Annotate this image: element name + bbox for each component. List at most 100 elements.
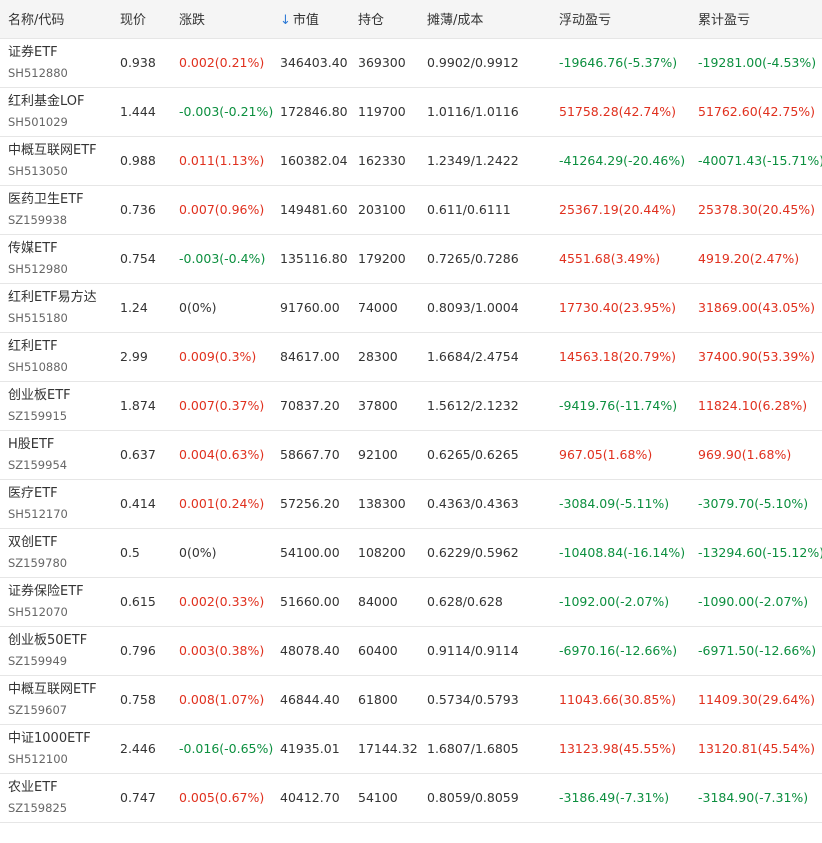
table-row[interactable]: 医疗ETF SH512170 0.414 0.001(0.24%) 57256.20 13… — [0, 479, 822, 528]
fund-code: SZ159949 — [8, 653, 68, 668]
cell-floating-pl: -3186.49(-7.31%) — [559, 790, 670, 805]
fund-name[interactable]: 创业板50ETF — [8, 632, 112, 650]
table-row[interactable]: 证券保险ETF SH512070 0.615 0.002(0.33%) 51660.00… — [0, 577, 822, 626]
header-cost[interactable]: 摊薄/成本 — [419, 0, 551, 39]
table-row[interactable]: 红利ETF SH510880 2.99 0.009(0.3%) 84617.00 2830… — [0, 332, 822, 381]
cell-floating-pl: 25367.19(20.44%) — [559, 202, 677, 217]
cell-cumulative-pl: 11824.10(6.28%) — [698, 398, 808, 413]
cell-cost: 1.6807/1.6805 — [427, 741, 519, 756]
cell-name-code[interactable]: H股ETF SZ159954 — [0, 430, 112, 479]
cell-position: 54100 — [358, 790, 398, 805]
header-name-code[interactable]: 名称/代码 — [0, 0, 112, 39]
header-price[interactable]: 现价 — [112, 0, 171, 39]
cell-name-code[interactable]: 双创ETF SZ159780 — [0, 528, 112, 577]
fund-code: SH513050 — [8, 163, 68, 178]
table-row[interactable]: 创业板ETF SZ159915 1.874 0.007(0.37%) 70837.20 3… — [0, 381, 822, 430]
cell-floating-pl: 4551.68(3.49%) — [559, 251, 661, 266]
cell-cumulative-pl: 11409.30(29.64%) — [698, 692, 816, 707]
cell-cumulative-pl: -6971.50(-12.66%) — [698, 643, 817, 658]
cell-cumulative-pl: 31869.00(43.05%) — [698, 300, 816, 315]
cell-change: -0.003(-0.4%) — [179, 251, 266, 266]
table-row[interactable]: 红利ETF易方达 SH515180 1.24 0(0%) 91760.00 74000 0.… — [0, 283, 822, 332]
fund-name[interactable]: 医疗ETF — [8, 485, 112, 503]
cell-name-code[interactable]: 证券ETF SH512880 — [0, 38, 112, 87]
cell-market-value: 41935.01 — [280, 741, 340, 756]
fund-name[interactable]: 中概互联网ETF — [8, 142, 112, 160]
cell-position: 119700 — [358, 104, 406, 119]
cell-cost: 0.8059/0.8059 — [427, 790, 519, 805]
table-row[interactable]: 证券ETF SH512880 0.938 0.002(0.21%) 346403.40 3… — [0, 38, 822, 87]
cell-name-code[interactable]: 红利ETF易方达 SH515180 — [0, 283, 112, 332]
fund-name[interactable]: 红利基金LOF — [8, 93, 112, 111]
table-row[interactable]: 红利基金LOF SH501029 1.444 -0.003(-0.21%) 172846… — [0, 87, 822, 136]
fund-name[interactable]: 传媒ETF — [8, 240, 112, 258]
cell-name-code[interactable]: 传媒ETF SH512980 — [0, 234, 112, 283]
fund-name[interactable]: 医药卫生ETF — [8, 191, 112, 209]
fund-name[interactable]: 证券保险ETF — [8, 583, 112, 601]
table-row[interactable]: 中证1000ETF SH512100 2.446 -0.016(-0.65%) 4193… — [0, 724, 822, 773]
cell-position: 162330 — [358, 153, 406, 168]
cell-floating-pl: 14563.18(20.79%) — [559, 349, 677, 364]
header-position[interactable]: 持仓 — [350, 0, 419, 39]
cell-cumulative-pl: -19281.00(-4.53%) — [698, 55, 817, 70]
header-cumulative-pl[interactable]: 累计盈亏 — [690, 0, 822, 39]
cell-cumulative-pl: -40071.43(-15.71%) — [698, 153, 822, 168]
fund-name[interactable]: 创业板ETF — [8, 387, 112, 405]
fund-name[interactable]: 红利ETF — [8, 338, 112, 356]
cell-price: 2.446 — [120, 741, 156, 756]
table-row[interactable]: 双创ETF SZ159780 0.5 0(0%) 54100.00 108200 0.622… — [0, 528, 822, 577]
cell-name-code[interactable]: 农业ETF SZ159825 — [0, 773, 112, 822]
fund-name[interactable]: 证券ETF — [8, 44, 112, 62]
cell-name-code[interactable]: 医药卫生ETF SZ159938 — [0, 185, 112, 234]
cell-cost: 0.6265/0.6265 — [427, 447, 519, 462]
table-row[interactable]: 创业板50ETF SZ159949 0.796 0.003(0.38%) 48078.4… — [0, 626, 822, 675]
fund-code: SH515180 — [8, 310, 68, 325]
cell-cumulative-pl: -1090.00(-2.07%) — [698, 594, 809, 609]
table-row[interactable]: 中概互联网ETF SH513050 0.988 0.011(1.13%) 160382.… — [0, 136, 822, 185]
fund-name[interactable]: 农业ETF — [8, 779, 112, 797]
cell-name-code[interactable]: 红利基金LOF SH501029 — [0, 87, 112, 136]
cell-cumulative-pl: 969.90(1.68%) — [698, 447, 792, 462]
cell-name-code[interactable]: 红利ETF SH510880 — [0, 332, 112, 381]
cell-price: 0.615 — [120, 594, 156, 609]
cell-market-value: 70837.20 — [280, 398, 340, 413]
fund-name[interactable]: 红利ETF易方达 — [8, 289, 112, 307]
cell-name-code[interactable]: 创业板ETF SZ159915 — [0, 381, 112, 430]
table-row[interactable]: 中概互联网ETF SZ159607 0.758 0.008(1.07%) 46844.4… — [0, 675, 822, 724]
cell-position: 108200 — [358, 545, 406, 560]
header-change[interactable]: 涨跌 — [171, 0, 272, 39]
cell-price: 0.758 — [120, 692, 156, 707]
fund-code: SZ159915 — [8, 408, 68, 423]
fund-code: SH512070 — [8, 604, 68, 619]
cell-change: 0.003(0.38%) — [179, 643, 265, 658]
table-row[interactable]: 传媒ETF SH512980 0.754 -0.003(-0.4%) 135116.80… — [0, 234, 822, 283]
fund-name[interactable]: H股ETF — [8, 436, 112, 454]
fund-name[interactable]: 中概互联网ETF — [8, 681, 112, 699]
cell-name-code[interactable]: 医疗ETF SH512170 — [0, 479, 112, 528]
cell-name-code[interactable]: 创业板50ETF SZ159949 — [0, 626, 112, 675]
header-floating-pl[interactable]: 浮动盈亏 — [551, 0, 690, 39]
fund-code: SZ159825 — [8, 800, 68, 815]
cell-name-code[interactable]: 中概互联网ETF SH513050 — [0, 136, 112, 185]
cell-name-code[interactable]: 证券保险ETF SH512070 — [0, 577, 112, 626]
cell-change: -0.016(-0.65%) — [179, 741, 274, 756]
table-row[interactable]: H股ETF SZ159954 0.637 0.004(0.63%) 58667.70 92… — [0, 430, 822, 479]
cell-change: 0.007(0.37%) — [179, 398, 265, 413]
cell-price: 0.736 — [120, 202, 156, 217]
table-row[interactable]: 农业ETF SZ159825 0.747 0.005(0.67%) 40412.70 54… — [0, 773, 822, 822]
header-market-value-label: 市值 — [292, 13, 319, 29]
cell-position: 138300 — [358, 496, 406, 511]
cell-market-value: 91760.00 — [280, 300, 340, 315]
cell-name-code[interactable]: 中概互联网ETF SZ159607 — [0, 675, 112, 724]
cell-floating-pl: -41264.29(-20.46%) — [559, 153, 686, 168]
cell-change: 0.008(1.07%) — [179, 692, 265, 707]
header-market-value[interactable]: ↓ 市值 — [272, 0, 350, 39]
cell-cumulative-pl: 4919.20(2.47%) — [698, 251, 800, 266]
cell-floating-pl: -9419.76(-11.74%) — [559, 398, 678, 413]
fund-name[interactable]: 中证1000ETF — [8, 730, 112, 748]
fund-name[interactable]: 双创ETF — [8, 534, 112, 552]
cell-name-code[interactable]: 中证1000ETF SH512100 — [0, 724, 112, 773]
cell-floating-pl: 11043.66(30.85%) — [559, 692, 677, 707]
table-row[interactable]: 医药卫生ETF SZ159938 0.736 0.007(0.96%) 149481.6… — [0, 185, 822, 234]
cell-price: 0.754 — [120, 251, 156, 266]
